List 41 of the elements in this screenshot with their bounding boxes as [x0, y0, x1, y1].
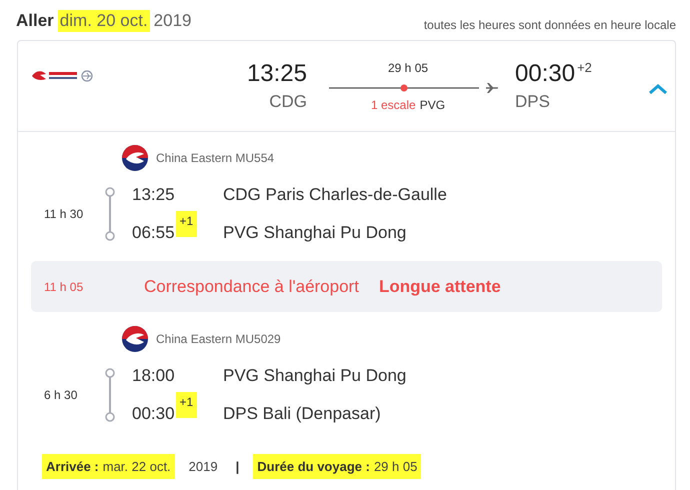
departure-time: 00:30	[132, 404, 175, 424]
trip-summary-text: mar. 22 oct.	[102, 459, 171, 474]
trip-summary-text: |	[236, 459, 240, 474]
flight-duration: 6 h 30	[43, 388, 78, 402]
plane-icon	[485, 82, 499, 94]
arrival-time: 00:30	[515, 60, 576, 88]
airline-logo-icon	[122, 326, 148, 352]
timeline-drawing	[105, 368, 115, 422]
airline-flight-number: China Eastern MU554	[156, 151, 274, 165]
day-offset: +1	[176, 392, 198, 418]
trip-summary-text: Durée du voyage :	[257, 459, 370, 474]
airport-name: PVG Shanghai Pu Dong	[223, 366, 406, 386]
airport-name: DPS Bali (Denpasar)	[223, 404, 381, 424]
long-wait-warning: Longue attente	[378, 276, 501, 296]
departure-time: 13:25	[246, 60, 307, 88]
connection-duration: 11 h 05	[43, 280, 84, 294]
departure-time: 06:55	[132, 223, 175, 243]
departure-time: 13:25	[132, 185, 175, 205]
day-offset: +2	[577, 60, 592, 75]
timeline-drawing	[105, 187, 115, 241]
day-offset: +1	[176, 211, 198, 237]
airport-name: PVG Shanghai Pu Dong	[223, 223, 406, 243]
stop-count: 1 escale	[371, 98, 416, 112]
date-heading: dim. 20 oct.	[60, 11, 148, 30]
date-heading: Aller	[16, 11, 54, 30]
total-duration: 29 h 05	[388, 60, 428, 74]
flight-duration: 11 h 30	[43, 207, 84, 221]
trip-summary-text: 2019	[188, 459, 218, 474]
airport-code: CDG	[269, 92, 307, 112]
collapse-chevron-icon[interactable]	[648, 83, 668, 95]
airline-flight-number: China Eastern MU5029	[156, 332, 281, 346]
trip-summary-text: Arrivée :	[46, 459, 99, 474]
airline-logo-icon	[122, 145, 148, 171]
airport-code: DPS	[515, 92, 551, 112]
trip-summary-text: 29 h 05	[374, 459, 418, 474]
airport-name: CDG Paris Charles-de-Gaulle	[223, 185, 447, 205]
stop-airport: PVG	[420, 98, 446, 112]
date-heading: 2019	[154, 11, 192, 30]
timezone-note: toutes les heures sont données en heure locale	[424, 18, 676, 32]
departure-time: 18:00	[132, 366, 175, 386]
connection-label: Correspondance à l'aéroport	[144, 276, 359, 296]
